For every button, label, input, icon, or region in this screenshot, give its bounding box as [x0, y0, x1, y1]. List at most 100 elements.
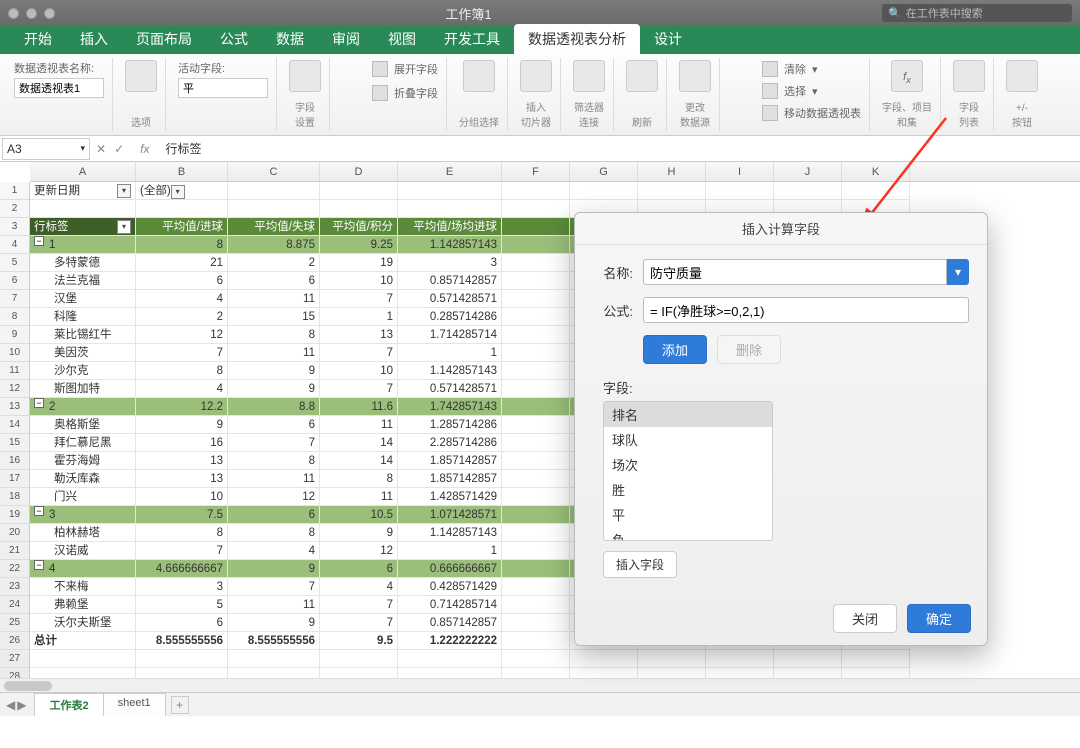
cell[interactable]: 平均值/失球	[228, 218, 320, 236]
column-headers[interactable]: ABCDEFGHIJK	[30, 162, 1080, 182]
cell[interactable]: 0.571428571	[398, 380, 502, 398]
ribbon-tab-6[interactable]: 视图	[374, 24, 430, 54]
cell[interactable]: 1.428571429	[398, 488, 502, 506]
cell[interactable]: 多特蒙德	[30, 254, 136, 272]
cell[interactable]	[320, 200, 398, 218]
cell[interactable]: 1.142857143	[398, 524, 502, 542]
cell[interactable]	[502, 560, 570, 578]
minimize-window-icon[interactable]	[26, 8, 37, 19]
cell[interactable]	[502, 488, 570, 506]
cell[interactable]: 10	[320, 362, 398, 380]
cell[interactable]	[228, 650, 320, 668]
cell[interactable]: 11.6	[320, 398, 398, 416]
cell[interactable]: 平均值/积分	[320, 218, 398, 236]
move-pivot-button[interactable]: 移动数据透视表	[762, 104, 861, 122]
formula-field-input[interactable]	[643, 297, 969, 323]
filter-value-dropdown-icon[interactable]	[171, 185, 185, 199]
cell[interactable]: 9.25	[320, 236, 398, 254]
add-sheet-button[interactable]: +	[171, 696, 189, 714]
cell[interactable]: 9	[228, 362, 320, 380]
cell[interactable]: 8	[136, 362, 228, 380]
cell[interactable]: 2.285714286	[398, 434, 502, 452]
cell[interactable]	[706, 650, 774, 668]
cell[interactable]: 更新日期	[30, 182, 136, 200]
col-header-B[interactable]: B	[136, 162, 228, 181]
cell[interactable]	[570, 182, 638, 200]
close-window-icon[interactable]	[8, 8, 19, 19]
fx-icon[interactable]: fx	[130, 142, 159, 156]
cell[interactable]: 9	[228, 380, 320, 398]
name-field-input[interactable]	[643, 259, 947, 285]
cell[interactable]: 1.285714286	[398, 416, 502, 434]
close-button[interactable]: 关闭	[833, 604, 897, 633]
cell[interactable]: 9	[320, 524, 398, 542]
cell[interactable]: 拜仁慕尼黑	[30, 434, 136, 452]
cell[interactable]: 3	[136, 578, 228, 596]
cell[interactable]: 12.2	[136, 398, 228, 416]
cell[interactable]: 8.8	[228, 398, 320, 416]
cell[interactable]: 4	[136, 290, 228, 308]
rowlabel-dropdown-icon[interactable]	[117, 220, 131, 234]
ribbon-tab-7[interactable]: 开发工具	[430, 24, 514, 54]
ribbon-filter-connections[interactable]: 筛选器 连接	[565, 58, 614, 131]
field-item[interactable]: 平	[604, 502, 772, 527]
cell[interactable]: 15	[228, 308, 320, 326]
cell[interactable]	[502, 236, 570, 254]
cell[interactable]: 莱比锡红牛	[30, 326, 136, 344]
cell[interactable]: 3	[398, 254, 502, 272]
cell[interactable]: 13	[320, 326, 398, 344]
cell[interactable]: 1.222222222	[398, 632, 502, 650]
cell[interactable]	[502, 326, 570, 344]
col-header-G[interactable]: G	[570, 162, 638, 181]
cell[interactable]: 10	[136, 488, 228, 506]
field-item[interactable]: 场次	[604, 452, 772, 477]
cell[interactable]	[30, 650, 136, 668]
expand-field-button[interactable]: 展开字段	[372, 60, 438, 78]
cell[interactable]: 0.666666667	[398, 560, 502, 578]
col-header-C[interactable]: C	[228, 162, 320, 181]
col-header-J[interactable]: J	[774, 162, 842, 181]
col-header-K[interactable]: K	[842, 162, 910, 181]
cell[interactable]: 弗赖堡	[30, 596, 136, 614]
cell[interactable]: 7.5	[136, 506, 228, 524]
cell[interactable]	[502, 452, 570, 470]
cell[interactable]: 6	[228, 272, 320, 290]
ribbon-pm-buttons[interactable]: +/- 按钮	[998, 58, 1046, 131]
name-dropdown-button[interactable]: ▾	[947, 259, 969, 285]
formula-input[interactable]: 行标签	[159, 140, 1080, 157]
cell[interactable]	[228, 200, 320, 218]
cell[interactable]: 0.714285714	[398, 596, 502, 614]
cell[interactable]: 6	[228, 416, 320, 434]
cell[interactable]: 0.857142857	[398, 272, 502, 290]
cell[interactable]: 0.857142857	[398, 614, 502, 632]
cell[interactable]: 0.571428571	[398, 290, 502, 308]
cell[interactable]: 8.555555556	[136, 632, 228, 650]
cell[interactable]: 7	[228, 434, 320, 452]
cell[interactable]: 11	[228, 344, 320, 362]
cell[interactable]: 6	[320, 560, 398, 578]
cell[interactable]	[502, 272, 570, 290]
horizontal-scrollbar[interactable]	[0, 678, 1080, 692]
cell[interactable]: 7	[320, 344, 398, 362]
cell[interactable]: 14	[320, 452, 398, 470]
cell[interactable]	[774, 650, 842, 668]
cell[interactable]: 12	[228, 488, 320, 506]
cell[interactable]: 4.666666667	[136, 560, 228, 578]
cell[interactable]: 8.555555556	[228, 632, 320, 650]
cell[interactable]: 10	[320, 272, 398, 290]
cell[interactable]: 8	[136, 236, 228, 254]
window-controls[interactable]	[8, 8, 55, 19]
cell[interactable]	[320, 650, 398, 668]
cell[interactable]: −3	[30, 506, 136, 524]
cell[interactable]	[502, 380, 570, 398]
col-header-H[interactable]: H	[638, 162, 706, 181]
cell[interactable]: 4	[320, 578, 398, 596]
nav-next-icon[interactable]: ▶	[17, 698, 26, 712]
field-item[interactable]: 排名	[604, 402, 772, 427]
cell[interactable]: 1.142857143	[398, 362, 502, 380]
cell[interactable]	[570, 650, 638, 668]
cell[interactable]: 1	[398, 344, 502, 362]
cell[interactable]	[502, 254, 570, 272]
cell[interactable]: 21	[136, 254, 228, 272]
cell[interactable]	[502, 596, 570, 614]
